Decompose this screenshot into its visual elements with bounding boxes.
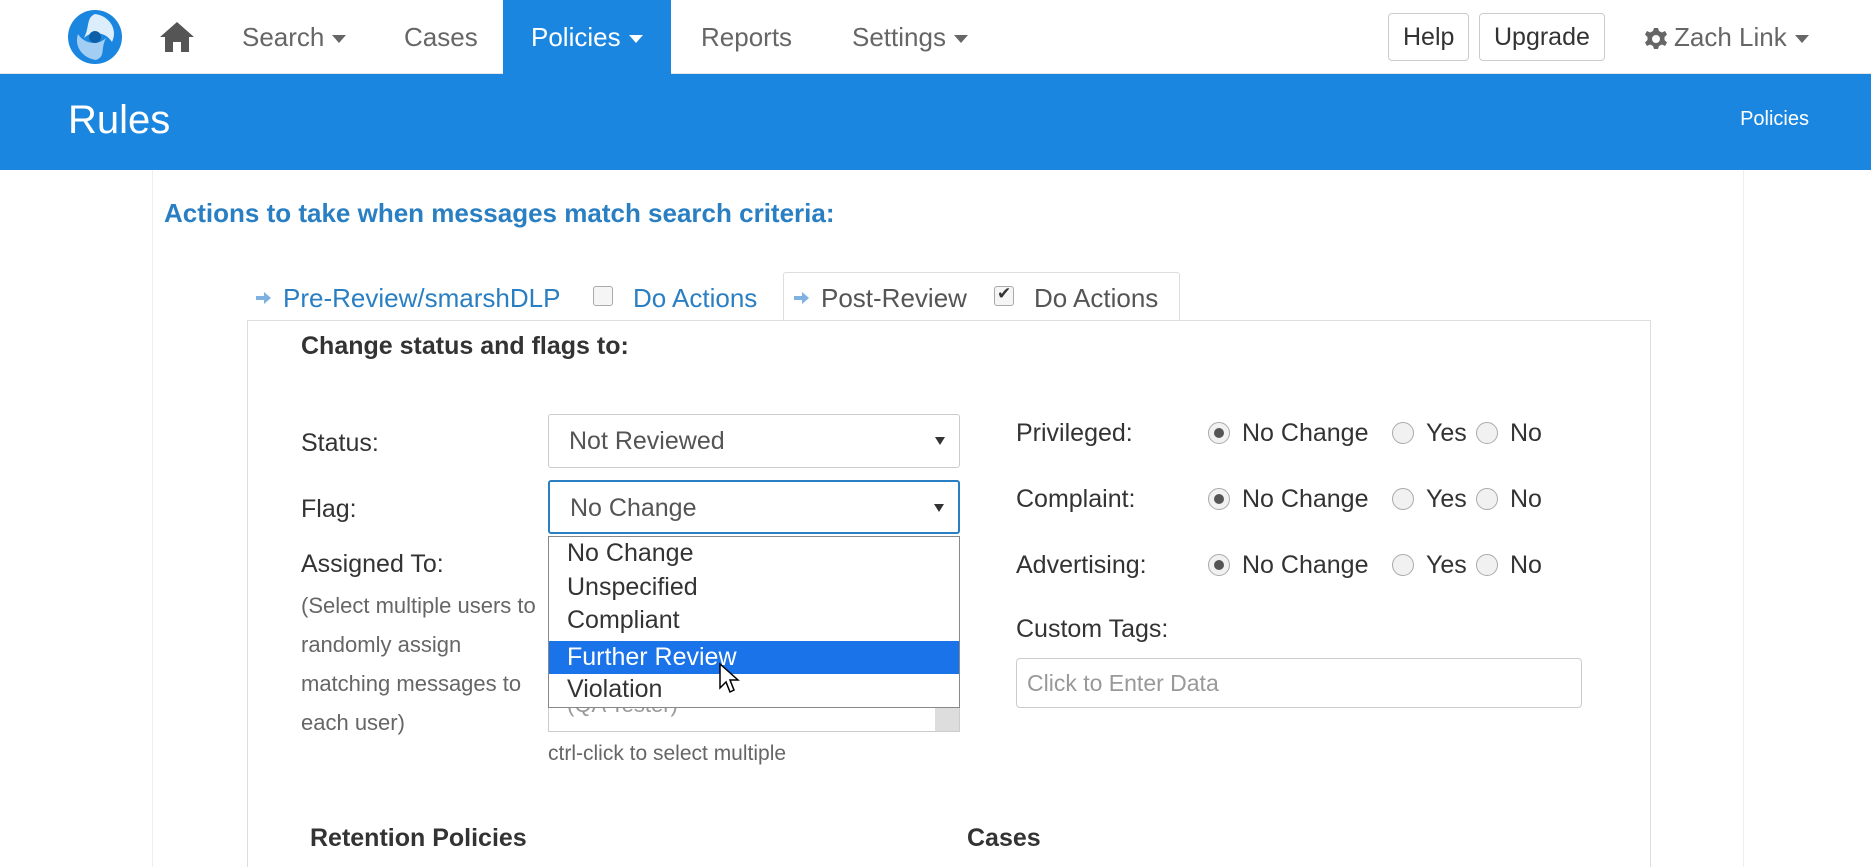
upgrade-button[interactable]: Upgrade [1479,13,1605,61]
chevron-down-icon [628,35,643,44]
nav-policies[interactable]: Policies [503,0,671,74]
flag-option-no-change[interactable]: No Change [549,537,959,570]
custom-tags-label: Custom Tags: [1016,615,1169,643]
flag-label: Flag: [301,495,357,523]
nav-settings[interactable]: Settings [852,0,968,74]
flag-option-compliant[interactable]: Compliant [549,604,959,637]
user-menu[interactable]: Zach Link [1644,0,1809,74]
privileged-no-change-label[interactable]: No Change [1242,419,1368,448]
nav-settings-label: Settings [852,22,946,52]
page-title: Rules [68,98,171,142]
nav-policies-label: Policies [531,22,621,52]
ctrl-click-hint: ctrl-click to select multiple [548,742,787,765]
advertising-label: Advertising: [1016,551,1147,579]
flag-option-further-review[interactable]: Further Review [549,641,959,674]
post-review-do-actions-label[interactable]: Do Actions [1034,283,1158,314]
privileged-yes-radio[interactable] [1392,422,1414,444]
nav-cases-label: Cases [404,22,478,52]
complaint-yes-label[interactable]: Yes [1426,485,1467,514]
privileged-no-radio[interactable] [1476,422,1498,444]
retention-policies-heading: Retention Policies [310,824,527,852]
privileged-label: Privileged: [1016,419,1133,447]
status-value: Not Reviewed [569,427,725,455]
nav-search[interactable]: Search [242,0,347,74]
privileged-yes-label[interactable]: Yes [1426,419,1467,448]
privileged-no-change-radio[interactable] [1208,422,1230,444]
arrow-right-icon [794,292,809,304]
advertising-no-change-label[interactable]: No Change [1242,551,1368,580]
flag-value: No Change [570,494,697,522]
smarsh-logo-icon[interactable] [66,8,124,66]
help-button[interactable]: Help [1388,13,1470,61]
arrow-right-icon [256,292,271,304]
page-header: Rules Policies [0,74,1871,170]
custom-tags-input[interactable]: Click to Enter Data [1016,658,1582,708]
nav-search-label: Search [242,22,325,52]
flag-dropdown: No Change Unspecified Compliant Further … [548,536,960,708]
mouse-cursor-icon [719,662,740,694]
complaint-no-change-radio[interactable] [1208,488,1230,510]
complaint-no-radio[interactable] [1476,488,1498,510]
flag-select[interactable]: No Change [548,480,960,534]
chevron-down-icon [332,35,347,44]
flag-option-unspecified[interactable]: Unspecified [549,571,959,604]
nav-reports-label: Reports [701,22,793,52]
home-icon[interactable] [158,20,196,54]
chevron-down-icon [935,437,945,445]
gear-icon [1645,28,1667,50]
pre-review-do-actions-checkbox[interactable] [593,286,613,306]
section-title: Actions to take when messages match sear… [164,198,835,228]
advertising-yes-radio[interactable] [1392,554,1414,576]
top-navbar: Search Cases Policies Reports Settings H… [0,0,1871,74]
status-label: Status: [301,429,379,457]
chevron-down-icon [934,504,944,512]
complaint-label: Complaint: [1016,485,1136,513]
change-status-heading: Change status and flags to: [301,332,629,360]
tab-post-review[interactable]: Post-Review [821,283,967,314]
chevron-down-icon [1794,35,1809,44]
chevron-down-icon [953,35,968,44]
assigned-users-listbox[interactable]: (QA Tester) [548,706,960,732]
nav-cases[interactable]: Cases [404,0,478,74]
complaint-no-label[interactable]: No [1510,485,1542,514]
assigned-to-label: Assigned To: [301,550,444,578]
advertising-no-label[interactable]: No [1510,551,1542,580]
status-select[interactable]: Not Reviewed [548,414,960,468]
complaint-yes-radio[interactable] [1392,488,1414,510]
privileged-no-label[interactable]: No [1510,419,1542,448]
complaint-no-change-label[interactable]: No Change [1242,485,1368,514]
assigned-to-help: (Select multiple users to randomly assig… [301,593,536,735]
advertising-yes-label[interactable]: Yes [1426,551,1467,580]
pre-review-do-actions-label[interactable]: Do Actions [633,283,757,314]
post-review-do-actions-checkbox[interactable] [994,284,1014,306]
listbox-scrollbar[interactable] [935,706,959,731]
advertising-no-change-radio[interactable] [1208,554,1230,576]
flag-option-violation[interactable]: Violation [549,673,959,706]
tab-pre-review[interactable]: Pre-Review/smarshDLP [283,283,560,314]
breadcrumb-policies[interactable]: Policies [1740,108,1809,131]
cases-heading: Cases [967,824,1041,852]
user-name: Zach Link [1674,22,1787,52]
nav-reports[interactable]: Reports [701,0,792,74]
advertising-no-radio[interactable] [1476,554,1498,576]
